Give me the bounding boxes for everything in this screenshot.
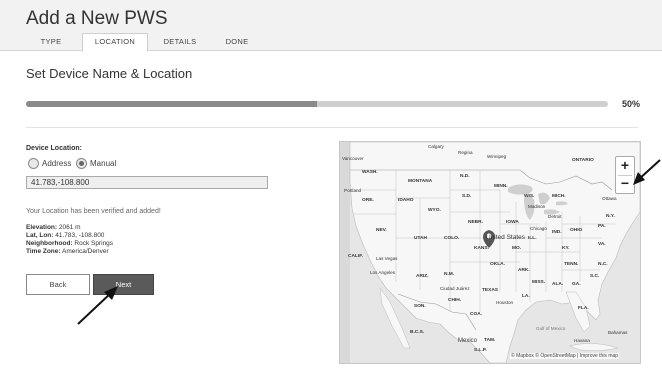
map-label: TAM. — [484, 338, 496, 343]
map-label: FLA. — [578, 306, 589, 311]
map-label: Regina — [458, 150, 473, 155]
map-label: IND. — [552, 230, 562, 235]
section-title: Set Device Name & Location — [26, 66, 193, 81]
map-label: Calgary — [428, 144, 444, 149]
progress-bar — [26, 101, 608, 107]
divider — [26, 127, 638, 128]
map-label: COLO. — [444, 236, 460, 241]
map-label: OKLA. — [490, 262, 505, 267]
map-label: Chicago — [530, 226, 547, 231]
map-label: ILL. — [528, 236, 537, 241]
map-canvas — [340, 142, 640, 363]
neighborhood-row: Neighborhood: Rock Springs — [26, 240, 113, 247]
map-label: Bahamas — [608, 330, 628, 335]
map-label: S.L.P. — [474, 348, 487, 353]
map-label: Gulf of Mexico — [536, 326, 566, 331]
pointer-arrow-icon — [77, 286, 118, 325]
tab-type[interactable]: TYPE — [22, 34, 80, 50]
address-radio-label[interactable]: Address — [42, 158, 71, 169]
manual-radio-label[interactable]: Manual — [90, 158, 116, 169]
map-label: NEBR. — [468, 220, 483, 225]
timezone-row: Time Zone: America/Denver — [26, 248, 109, 255]
map-label: ALA. — [552, 282, 564, 287]
map-label: Las Vegas — [376, 256, 398, 261]
map-label: OHIO — [570, 228, 583, 233]
page-title: Add a New PWS — [26, 8, 168, 29]
elevation-value: 2061 m — [58, 224, 81, 231]
map-label: LA. — [522, 294, 530, 299]
latlon-label: Lat, Lon: — [26, 232, 54, 239]
map-label: Vancouver — [342, 156, 364, 161]
map-label: SON. — [414, 304, 426, 309]
latlon-row: Lat, Lon: 41.783, -108.800 — [26, 232, 104, 239]
map-attribution[interactable]: © Mapbox © OpenStreetMap | Improve this … — [510, 353, 620, 359]
map-label: CHIH. — [448, 298, 462, 303]
progress-percent: 50% — [622, 99, 641, 109]
map-label: Houston — [496, 300, 514, 305]
tab-details[interactable]: DETAILS — [150, 34, 210, 50]
neighborhood-value: Rock Springs — [74, 240, 114, 247]
location-input[interactable] — [26, 176, 268, 189]
latlon-value: 41.783, -108.800 — [55, 232, 105, 239]
map-label: United States — [486, 234, 526, 241]
neighborhood-label: Neighborhood: — [26, 240, 73, 247]
map-label: KY. — [562, 246, 570, 251]
map-label: N.D. — [460, 174, 470, 179]
map-label: B.C.S. — [410, 330, 425, 335]
map-label: Ciudad Juárez — [440, 286, 470, 291]
tab-done[interactable]: DONE — [210, 34, 264, 50]
map-label: MINN. — [494, 184, 508, 189]
map-label: N.M. — [444, 272, 455, 277]
timezone-label: Time Zone: — [26, 248, 61, 255]
map-label: TENN. — [564, 262, 579, 267]
verified-message: Your Location has been verified and adde… — [26, 208, 161, 215]
map-label: ARIZ. — [416, 274, 429, 279]
elevation-label: Elevation: — [26, 224, 58, 231]
map-label: S.C. — [590, 274, 600, 279]
address-radio[interactable] — [28, 158, 39, 169]
map-label: GA. — [572, 282, 581, 287]
map-label: ONTARIO — [572, 158, 594, 163]
map-label: PA. — [598, 224, 606, 229]
map-label: WASH. — [362, 170, 378, 175]
map-label: IDAHO — [398, 198, 414, 203]
map-label: WYO. — [428, 208, 441, 213]
map-label: Detroit — [548, 214, 562, 219]
map-label: MISS. — [532, 280, 546, 285]
timezone-value: America/Denver — [62, 248, 109, 255]
map-label: VA. — [598, 242, 606, 247]
page-header: Add a New PWS TYPE LOCATION DETAILS DONE — [0, 0, 662, 52]
map-label: Ottawa — [602, 196, 617, 201]
map-label: MO. — [512, 246, 522, 251]
device-location-label: Device Location: — [26, 145, 83, 152]
map-label: Portland — [344, 188, 362, 193]
map-label: Havana — [574, 338, 590, 343]
map-label: N.C. — [598, 262, 608, 267]
elevation-row: Elevation: 2061 m — [26, 224, 81, 231]
map-label: ORE. — [362, 198, 374, 203]
map-label: Mexico — [458, 338, 478, 344]
map-label: UTAH — [414, 236, 427, 241]
map-label: KANS. — [474, 246, 489, 251]
location-map[interactable]: Calgary Regina Winnipeg Vancouver ONTARI… — [339, 141, 641, 364]
map-label: MONTANA — [408, 179, 433, 184]
map-label: COA. — [470, 312, 482, 317]
map-label: S.D. — [462, 194, 472, 199]
tab-location[interactable]: LOCATION — [82, 33, 148, 52]
map-label: Madison — [528, 204, 546, 209]
map-label: CALIF. — [348, 254, 363, 259]
map-label: Winnipeg — [487, 154, 507, 159]
map-label: ARK. — [518, 268, 530, 273]
manual-radio[interactable] — [76, 158, 87, 169]
map-label: WIS. — [524, 194, 535, 199]
map-label: N.Y. — [606, 214, 615, 219]
map-label: NEV. — [376, 228, 387, 233]
map-label: TEXAS — [482, 288, 498, 293]
pointer-arrow-icon — [633, 159, 661, 185]
map-label: IOWA — [506, 220, 519, 225]
map-label: MICH. — [552, 194, 566, 199]
map-label: Los Angeles — [370, 270, 396, 275]
progress-fill — [26, 101, 317, 107]
